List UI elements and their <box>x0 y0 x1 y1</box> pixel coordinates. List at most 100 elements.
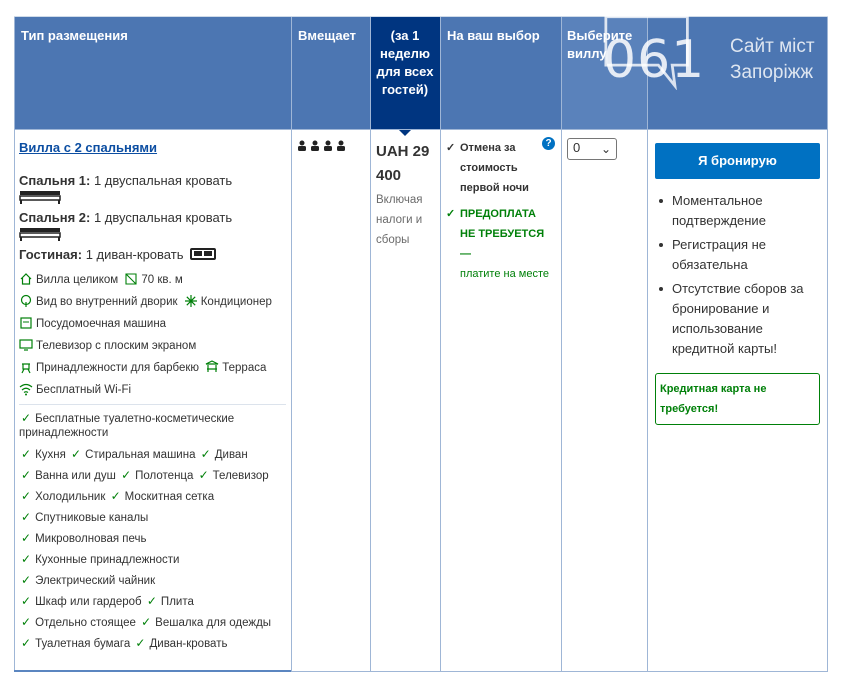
facility-terrace: Терраса <box>222 362 267 374</box>
amenity-kitchenware: Кухонные принадлежности <box>35 554 180 566</box>
facility-entire-villa: Вилла целиком <box>36 274 119 286</box>
check-icon: ✓ <box>198 468 209 482</box>
header-divider <box>14 129 828 130</box>
sofa-bed-icon <box>190 248 217 260</box>
check-icon: ✓ <box>21 489 32 503</box>
facility-size: 70 кв. м <box>141 274 183 286</box>
amenity-row: ✓ Кухонные принадлежности <box>19 549 286 570</box>
bedroom-2-bed: 1 двуспальная кровать <box>93 210 233 225</box>
price-cell: UAH 29 400 Включая налоги и сборы <box>370 130 440 672</box>
person-icons <box>298 140 345 151</box>
check-icon: ✓ <box>21 615 32 629</box>
header-price: (за 1 неделю для всех гостей) <box>370 17 440 136</box>
villa-name-link[interactable]: Вилла с 2 спальнями <box>19 140 286 155</box>
amenity-kitchen: Кухня <box>35 449 66 461</box>
amenity-sofa-bed: Диван-кровать <box>149 638 228 650</box>
amenity-row: ✓ Микроволновая печь <box>19 528 286 549</box>
check-icon: ✓ <box>21 531 32 545</box>
living-room-bed: 1 диван-кровать <box>85 247 184 262</box>
amenity-toilet-separate: Отдельно стоящее <box>35 617 136 629</box>
double-bed-icon <box>19 191 61 204</box>
benefit-item: Отсутствие сборов за бронирование и испо… <box>655 279 820 359</box>
choice-cell: ? ✓ Отмена за стоимость первой ночи ✓ ПР… <box>440 130 561 672</box>
check-icon: ✓ <box>21 594 32 608</box>
room-type-column: Тип размещения Вилла с 2 спальнями Спаль… <box>14 17 291 672</box>
check-icon: ✓ <box>21 447 32 461</box>
site-watermark: 061 Сайт міст Запоріжж <box>585 14 830 114</box>
amenity-fridge: Холодильник <box>35 491 106 503</box>
amenity-microwave: Микроволновая печь <box>35 533 147 545</box>
villa-quantity-select[interactable]: 0 ⌄ <box>567 138 617 160</box>
amenity-row: ✓ Отдельно стоящее ✓ Вешалка для одежды <box>19 612 286 633</box>
facility-bbq: Принадлежности для барбекю <box>36 362 200 374</box>
living-room: Гостиная: 1 диван-кровать <box>19 247 286 262</box>
amenity-wardrobe: Шкаф или гардероб <box>35 596 142 608</box>
price-tax-note: Включая налоги и сборы <box>376 194 423 246</box>
amenity-row: ✓ Бесплатные туалетно-косметические прина… <box>19 411 286 440</box>
check-icon: ✓ <box>21 573 32 587</box>
check-icon: ✓ <box>21 468 32 482</box>
check-icon: ✓ <box>21 510 32 524</box>
bbq-icon <box>21 363 31 374</box>
column-divider <box>440 17 441 672</box>
help-icon[interactable]: ? <box>542 137 555 150</box>
facility-tv: Телевизор с плоским экраном <box>36 340 197 352</box>
check-icon: ✓ <box>21 411 32 425</box>
tv-icon <box>19 339 33 351</box>
watermark-line-1: Сайт міст <box>730 36 815 57</box>
check-icon: ✓ <box>446 142 456 154</box>
chevron-down-icon: ⌄ <box>600 142 611 156</box>
amenity-toilet-paper: Туалетная бумага <box>35 638 131 650</box>
size-icon <box>125 273 137 285</box>
price-amount: UAH 29 400 <box>376 143 430 184</box>
facility-row: Бесплатный Wi-Fi <box>19 382 286 398</box>
double-bed-icon <box>19 228 61 241</box>
choice-column: На ваш выбор ? ✓ Отмена за стоимость пер… <box>440 17 561 672</box>
header-room-type: Тип размещения <box>14 17 291 129</box>
book-button[interactable]: Я бронирую <box>655 143 820 179</box>
bedroom-1-label: Спальня 1: <box>19 173 91 188</box>
tree-icon <box>20 294 32 307</box>
header-price-label: (за 1 неделю для всех гостей) <box>376 28 434 97</box>
house-icon <box>20 273 32 285</box>
column-divider <box>291 17 292 672</box>
check-icon: ✓ <box>21 636 32 650</box>
no-credit-card-badge: Кредитная карта не требуется! <box>655 373 820 425</box>
column-divider <box>827 17 828 672</box>
check-icon: ✓ <box>21 552 32 566</box>
amenity-stove: Плита <box>160 596 194 608</box>
booking-column: Я бронирую Моментальное подтверждение Ре… <box>647 17 828 672</box>
room-table: Тип размещения Вилла с 2 спальнями Спаль… <box>14 17 828 672</box>
amenity-washer: Стиральная машина <box>85 449 196 461</box>
terrace-icon <box>205 360 219 372</box>
sleeps-column: Вмещает <box>291 17 370 672</box>
snowflake-icon <box>184 295 197 307</box>
check-icon: ✓ <box>121 468 132 482</box>
column-divider <box>14 17 15 672</box>
amenity-sofa: Диван <box>214 449 248 461</box>
select-cell: 0 ⌄ <box>561 130 647 672</box>
select-column: Выберите виллу 0 ⌄ <box>561 17 647 672</box>
bedroom-1: Спальня 1: 1 двуспальная кровать <box>19 173 286 188</box>
benefit-item: Регистрация не обязательна <box>655 235 820 275</box>
pay-at-property-text: платите на месте <box>460 268 549 280</box>
check-icon: ✓ <box>141 615 152 629</box>
amenity-kettle: Электрический чайник <box>35 575 156 587</box>
column-divider <box>647 17 648 672</box>
prepayment-text: ПРЕДОПЛАТА НЕ ТРЕБУЕТСЯ — <box>460 208 545 260</box>
check-icon: ✓ <box>146 594 157 608</box>
villa-quantity-value: 0 <box>573 140 581 155</box>
facility-row: Посудомоечная машина <box>19 316 286 332</box>
watermark-line-2: Запоріжж <box>730 62 814 83</box>
header-choice: На ваш выбор <box>440 17 561 129</box>
facility-courtyard-view: Вид во внутренний дворик <box>36 296 178 308</box>
amenity-mosquito: Москитная сетка <box>124 491 215 503</box>
divider <box>19 404 286 405</box>
sleeps-cell <box>291 130 370 672</box>
amenity-row: ✓ Шкаф или гардероб ✓ Плита <box>19 591 286 612</box>
watermark-number: 061 <box>603 30 706 90</box>
amenity-row: ✓ Спутниковые каналы <box>19 507 286 528</box>
bedroom-2-label: Спальня 2: <box>19 210 91 225</box>
amenity-toiletries: Бесплатные туалетно-косметические принад… <box>19 413 235 439</box>
dishwasher-icon <box>20 317 32 329</box>
